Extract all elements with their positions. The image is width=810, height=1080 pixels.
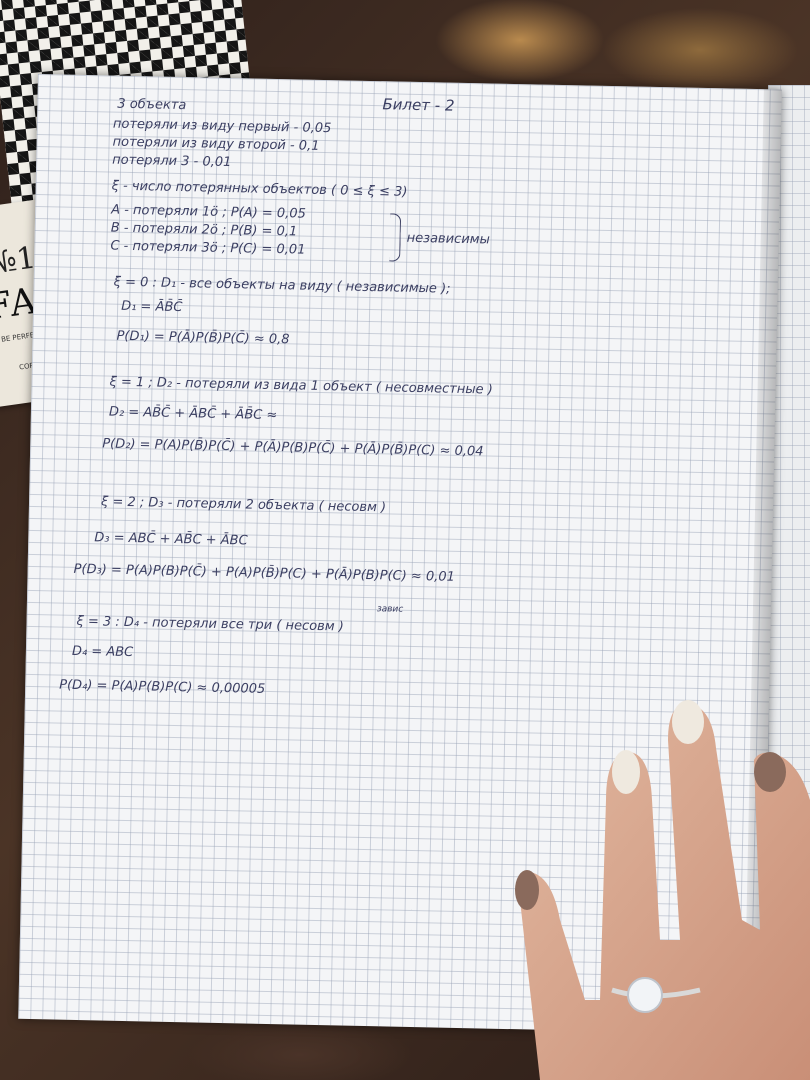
fingernail [754, 752, 786, 792]
fingernail [612, 750, 640, 794]
hand-photo [515, 700, 810, 1080]
ring-diamond [627, 977, 663, 1013]
fingernail [515, 870, 539, 910]
fingernail [672, 700, 704, 744]
